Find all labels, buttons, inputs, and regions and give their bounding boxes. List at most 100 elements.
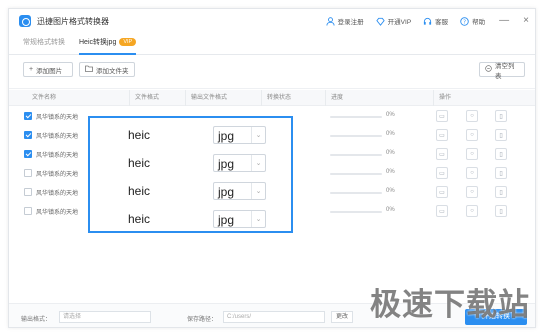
- top-actions: 登录注册 开通VIP 客服 ? 帮助 — ×: [314, 9, 529, 33]
- login-link[interactable]: 登录注册: [326, 16, 364, 26]
- progress-bar: [330, 135, 382, 137]
- output-format-value: jpg: [218, 185, 235, 199]
- open-folder-icon[interactable]: ▭: [436, 148, 448, 160]
- progress-bar: [330, 192, 382, 194]
- source-format: heic: [128, 184, 151, 198]
- add-folder-label: 添加文件夹: [96, 67, 129, 75]
- output-format-label: 输出格式：: [21, 317, 52, 323]
- table-header: 文件名称 文件格式 输出文件格式 转换状态 进度 操作: [9, 90, 535, 106]
- trash-icon[interactable]: ▯: [495, 110, 507, 122]
- progress-percent: 0%: [386, 207, 395, 213]
- progress-percent: 0%: [386, 188, 395, 194]
- open-folder-icon[interactable]: ▭: [436, 205, 448, 217]
- save-path-field[interactable]: C:/users/: [223, 311, 325, 323]
- output-format-dropdown[interactable]: 请选择: [59, 311, 151, 323]
- format-row: heic jpg ⌄: [90, 206, 291, 234]
- trash-icon[interactable]: ▯: [495, 205, 507, 217]
- chevron-down-icon: ⌄: [251, 183, 265, 199]
- progress-bar: [330, 154, 382, 156]
- question-icon: ?: [460, 16, 469, 26]
- output-format-value: jpg: [218, 129, 235, 143]
- row-checkbox[interactable]: [24, 207, 32, 215]
- search-icon[interactable]: ○: [466, 205, 478, 217]
- source-format: heic: [128, 212, 151, 226]
- app-title: 迅捷图片格式转换器: [37, 16, 109, 26]
- output-format-select[interactable]: jpg ⌄: [213, 126, 266, 144]
- file-name: 风华镇系的天地: [36, 172, 79, 178]
- tab-general-label: 常规格式转换: [23, 39, 65, 46]
- add-folder-button[interactable]: 添加文件夹: [79, 62, 135, 77]
- search-icon[interactable]: ○: [466, 186, 478, 198]
- output-format-select[interactable]: jpg ⌄: [213, 182, 266, 200]
- file-name: 风华镇系的天地: [36, 153, 79, 159]
- app-logo-icon: [19, 15, 31, 27]
- search-icon[interactable]: ○: [466, 129, 478, 141]
- source-format: heic: [128, 156, 151, 170]
- login-label: 登录注册: [337, 19, 364, 26]
- open-folder-icon[interactable]: ▭: [436, 129, 448, 141]
- format-row: heic jpg ⌄: [90, 178, 291, 206]
- search-icon[interactable]: ○: [466, 148, 478, 160]
- change-path-button[interactable]: 更改: [331, 311, 353, 323]
- title-bar: 迅捷图片格式转换器 登录注册 开通VIP 客服 ? 帮助 — ×: [9, 9, 535, 33]
- add-image-label: 添加图片: [36, 67, 63, 75]
- tab-heic-to-jpg[interactable]: Heic转换jpg VIP: [79, 37, 137, 55]
- chevron-down-icon: ⌄: [251, 155, 265, 171]
- clear-list-button[interactable]: 清空列表: [479, 62, 525, 80]
- source-format: heic: [128, 128, 151, 142]
- output-format-select[interactable]: jpg ⌄: [213, 154, 266, 172]
- row-checkbox[interactable]: [24, 150, 32, 158]
- help-label: 帮助: [472, 19, 486, 26]
- format-row: heic jpg ⌄: [90, 150, 291, 178]
- headset-icon: [423, 17, 432, 26]
- progress-percent: 0%: [386, 112, 395, 118]
- progress-percent: 0%: [386, 169, 395, 175]
- trash-icon[interactable]: ▯: [495, 186, 507, 198]
- service-label: 客服: [435, 19, 449, 26]
- column-progress: 进度: [325, 90, 433, 106]
- open-folder-icon[interactable]: ▭: [436, 110, 448, 122]
- format-highlight-box: heic jpg ⌄ heic jpg ⌄ heic jpg ⌄ heic jp…: [88, 116, 293, 233]
- add-image-button[interactable]: + 添加图片: [23, 62, 73, 77]
- row-checkbox[interactable]: [24, 131, 32, 139]
- search-icon[interactable]: ○: [466, 110, 478, 122]
- save-path-label: 保存路径：: [187, 317, 218, 323]
- app-window: 迅捷图片格式转换器 登录注册 开通VIP 客服 ? 帮助 — × 常规格式转换 …: [8, 8, 536, 328]
- format-row: heic jpg ⌄: [90, 122, 291, 150]
- svg-text:?: ?: [463, 19, 466, 25]
- column-status: 转换状态: [261, 90, 325, 106]
- close-button[interactable]: ×: [523, 16, 529, 26]
- column-file-name: 文件名称: [32, 95, 57, 101]
- help-link[interactable]: ? 帮助: [460, 16, 485, 26]
- trash-icon[interactable]: ▯: [495, 148, 507, 160]
- toolbar: + 添加图片 添加文件夹 清空列表: [9, 55, 535, 89]
- search-icon[interactable]: ○: [466, 167, 478, 179]
- tab-bar: 常规格式转换 Heic转换jpg VIP: [9, 33, 535, 55]
- column-file-format: 文件格式: [129, 90, 185, 106]
- output-format-value: jpg: [218, 157, 235, 171]
- row-checkbox[interactable]: [24, 112, 32, 120]
- diamond-icon: [375, 17, 385, 26]
- row-checkbox[interactable]: [24, 188, 32, 196]
- output-format-select[interactable]: jpg ⌄: [213, 210, 266, 228]
- progress-bar: [330, 173, 382, 175]
- plus-icon: +: [29, 66, 34, 73]
- row-checkbox[interactable]: [24, 169, 32, 177]
- column-output-format: 输出文件格式: [185, 90, 261, 106]
- vip-badge: VIP: [119, 38, 137, 46]
- clear-icon: [485, 65, 492, 74]
- tab-heic-label: Heic转换jpg: [79, 39, 117, 46]
- tab-general-conversion[interactable]: 常规格式转换: [23, 37, 65, 55]
- file-name: 风华镇系的天地: [36, 134, 79, 140]
- minimize-button[interactable]: —: [499, 16, 509, 26]
- open-folder-icon[interactable]: ▭: [436, 167, 448, 179]
- vip-link[interactable]: 开通VIP: [375, 16, 412, 26]
- trash-icon[interactable]: ▯: [495, 167, 507, 179]
- trash-icon[interactable]: ▯: [495, 129, 507, 141]
- vip-label: 开通VIP: [387, 19, 412, 26]
- service-link[interactable]: 客服: [423, 16, 448, 26]
- watermark-logo: 极速下载站: [370, 287, 530, 323]
- file-name: 风华镇系的天地: [36, 210, 79, 216]
- chevron-down-icon: ⌄: [251, 211, 265, 227]
- open-folder-icon[interactable]: ▭: [436, 186, 448, 198]
